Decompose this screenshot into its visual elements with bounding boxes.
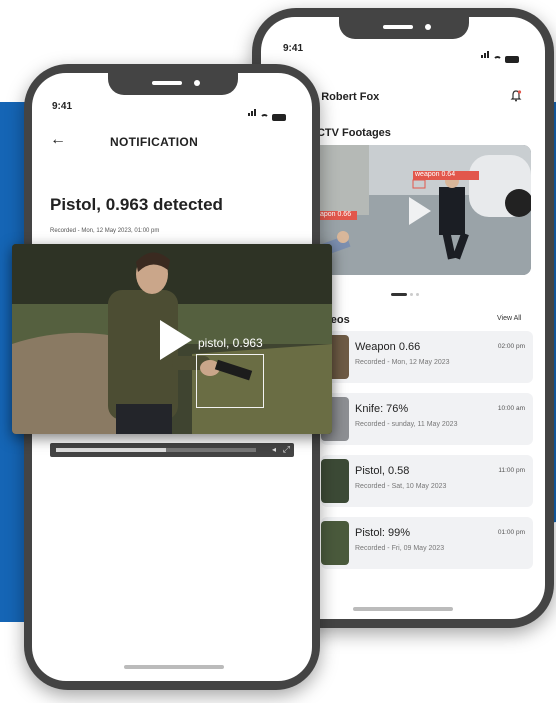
video-recorded: Recorded - Sat, 10 May 2023	[355, 483, 447, 490]
video-player-controls: ◂ ⤢	[50, 443, 294, 457]
battery-icon	[272, 114, 286, 121]
detection-video[interactable]: pistol, 0.963	[12, 244, 332, 434]
progress-track[interactable]	[56, 448, 256, 452]
recorded-timestamp: Recorded - Mon, 12 May 2023, 01:00 pm	[50, 228, 160, 234]
volume-icon[interactable]: ◂	[272, 445, 276, 454]
carousel-dot-active[interactable]	[391, 293, 407, 296]
page-title: NOTIFICATION	[110, 135, 199, 149]
bell-icon[interactable]	[509, 89, 523, 103]
video-time: 01:00 pm	[497, 529, 525, 536]
video-recorded: Recorded - Fri, 09 May 2023	[355, 545, 445, 552]
video-title: Weapon 0.66	[355, 341, 421, 353]
home-indicator	[124, 665, 224, 669]
video-list-item[interactable]: Pistol: 99% Recorded - Fri, 09 May 2023 …	[321, 517, 533, 569]
cctv-section-title: CCTV Footages	[309, 127, 391, 139]
fullscreen-icon[interactable]: ⤢	[283, 444, 290, 455]
play-icon[interactable]	[160, 320, 192, 360]
video-time: 10:00 am	[497, 405, 525, 412]
progress-fill	[56, 448, 166, 452]
detection-box	[196, 354, 264, 408]
wifi-icon	[260, 114, 269, 121]
video-time: 02:00 pm	[497, 343, 525, 350]
carousel-dot[interactable]	[416, 293, 419, 296]
detection-label: pistol, 0.963	[198, 336, 263, 350]
status-time: 9:41	[52, 101, 73, 112]
video-thumbnail	[321, 521, 349, 565]
video-recorded: Recorded - sunday, 11 May 2023	[355, 421, 458, 428]
video-time: 11:00 pm	[498, 467, 525, 474]
home-indicator	[353, 607, 453, 611]
detection-title: Pistol, 0.963 detected	[50, 195, 223, 214]
status-icons	[481, 45, 519, 63]
back-arrow-icon[interactable]: ←	[50, 131, 66, 149]
wifi-icon	[493, 56, 502, 63]
status-time: 9:41	[283, 43, 304, 54]
cctv-video-thumbnail[interactable]: weapon 0.64 weapon 0.66	[309, 145, 531, 275]
video-recorded: Recorded - Mon, 12 May 2023	[355, 359, 450, 366]
video-list-item[interactable]: Pistol, 0.58 Recorded - Sat, 10 May 2023…	[321, 455, 533, 507]
cctv-detection-label: weapon 0.64	[415, 171, 456, 178]
video-thumbnail	[321, 459, 349, 503]
video-title: Pistol, 0.58	[355, 465, 410, 477]
notch	[339, 17, 469, 39]
video-list-item[interactable]: Weapon 0.66 Recorded - Mon, 12 May 2023 …	[321, 331, 533, 383]
signal-icon	[481, 45, 490, 63]
status-icons	[248, 103, 286, 121]
signal-icon	[248, 103, 257, 121]
video-title: Knife: 76%	[355, 403, 409, 415]
carousel-dots	[391, 293, 419, 296]
play-icon[interactable]	[409, 197, 431, 225]
video-list-item[interactable]: Knife: 76% Recorded - sunday, 11 May 202…	[321, 393, 533, 445]
carousel-dot[interactable]	[410, 293, 413, 296]
video-title: Pistol: 99%	[355, 527, 411, 539]
battery-icon	[505, 56, 519, 63]
notch	[108, 73, 238, 95]
view-all-link[interactable]: View All	[497, 315, 521, 322]
